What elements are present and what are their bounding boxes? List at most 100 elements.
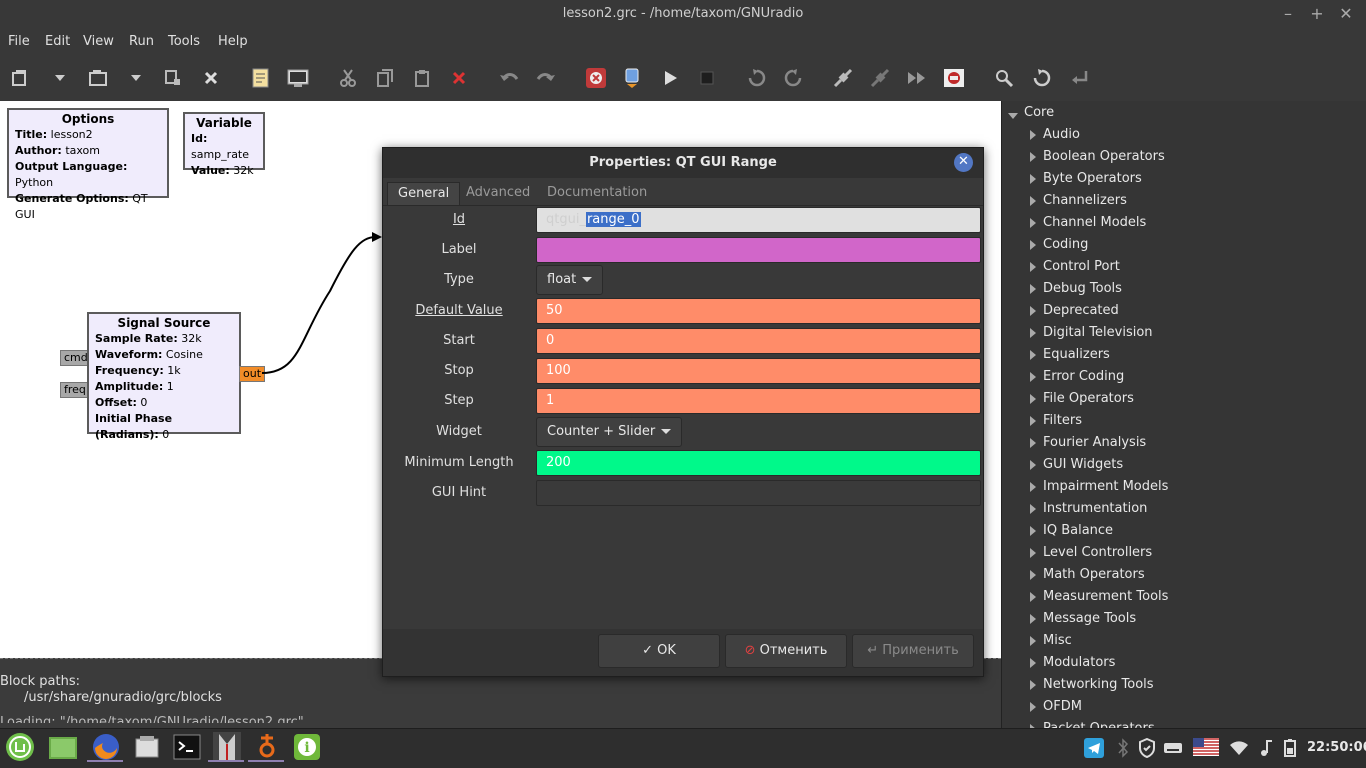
new-dropdown-icon[interactable] [48, 66, 72, 90]
menu-run[interactable]: Run [129, 34, 154, 49]
undo-icon[interactable] [497, 66, 521, 90]
expand-arrow-icon[interactable] [1030, 328, 1036, 338]
stop-field[interactable]: 100 [536, 358, 981, 384]
expand-arrow-icon[interactable] [1030, 592, 1036, 602]
tree-item[interactable]: Instrumentation [1030, 501, 1147, 516]
expand-arrow-icon[interactable] [1030, 130, 1036, 140]
tree-item[interactable]: Coding [1030, 237, 1088, 252]
expand-arrow-icon[interactable] [1030, 636, 1036, 646]
ok-button[interactable]: ✓ OK [598, 634, 720, 668]
tree-item[interactable]: Level Controllers [1030, 545, 1152, 560]
expand-arrow-icon[interactable] [1030, 548, 1036, 558]
tree-item[interactable]: Digital Television [1030, 325, 1153, 340]
expand-arrow-icon[interactable] [1030, 262, 1036, 272]
enable-icon[interactable] [831, 66, 855, 90]
tree-item[interactable]: Impairment Models [1030, 479, 1168, 494]
type-select[interactable]: float [536, 265, 604, 295]
tree-item[interactable]: Deprecated [1030, 303, 1119, 318]
errors-icon[interactable] [584, 66, 608, 90]
report-icon[interactable] [248, 66, 272, 90]
connection-wire[interactable] [0, 101, 400, 501]
start-field[interactable]: 0 [536, 328, 981, 354]
screenshot-icon[interactable] [942, 66, 966, 90]
expand-arrow-icon[interactable] [1030, 218, 1036, 228]
mint-menu-icon[interactable] [5, 732, 35, 762]
tree-item[interactable]: File Operators [1030, 391, 1134, 406]
label-field[interactable] [536, 237, 981, 263]
close-window-button[interactable]: ✕ [1335, 4, 1357, 26]
gnuradio-companion-icon[interactable] [208, 732, 244, 762]
tree-item[interactable]: GUI Widgets [1030, 457, 1123, 472]
expand-arrow-icon[interactable] [1008, 113, 1018, 119]
terminal-taskbar-icon[interactable] [172, 732, 202, 762]
expand-arrow-icon[interactable] [1030, 196, 1036, 206]
find-icon[interactable] [992, 66, 1016, 90]
expand-arrow-icon[interactable] [1030, 174, 1036, 184]
telegram-icon[interactable] [1084, 738, 1104, 758]
generate-icon[interactable] [620, 66, 644, 90]
tree-item[interactable]: Misc [1030, 633, 1072, 648]
cut-icon[interactable] [336, 66, 360, 90]
widget-select[interactable]: Counter + Slider [536, 417, 683, 447]
shield-icon[interactable] [1137, 738, 1157, 758]
expand-arrow-icon[interactable] [1030, 702, 1036, 712]
dialog-close-icon[interactable]: ✕ [954, 153, 973, 172]
expand-arrow-icon[interactable] [1030, 394, 1036, 404]
open-icon[interactable] [86, 66, 110, 90]
terminal-icon[interactable] [286, 66, 310, 90]
tab-documentation[interactable]: Documentation [537, 182, 657, 206]
sound-icon[interactable] [1256, 738, 1276, 758]
menu-help[interactable]: Help [218, 34, 248, 49]
tab-advanced[interactable]: Advanced [456, 182, 540, 206]
expand-arrow-icon[interactable] [1030, 614, 1036, 624]
tree-item[interactable]: Boolean Operators [1030, 149, 1165, 164]
expand-arrow-icon[interactable] [1030, 372, 1036, 382]
reload-icon[interactable] [1030, 66, 1054, 90]
return-icon[interactable] [1068, 66, 1092, 90]
expand-arrow-icon[interactable] [1030, 240, 1036, 250]
expand-arrow-icon[interactable] [1030, 460, 1036, 470]
gui-hint-field[interactable] [536, 480, 981, 506]
minimize-button[interactable]: – [1277, 4, 1299, 26]
tree-item[interactable]: Byte Operators [1030, 171, 1142, 186]
battery-icon[interactable] [1281, 738, 1301, 758]
gnuradio-icon[interactable] [248, 732, 284, 762]
firefox-icon[interactable] [87, 732, 123, 762]
expand-arrow-icon[interactable] [1030, 482, 1036, 492]
stop-icon[interactable] [695, 66, 719, 90]
expand-arrow-icon[interactable] [1030, 658, 1036, 668]
expand-arrow-icon[interactable] [1030, 526, 1036, 536]
tree-item[interactable]: Packet Operators [1030, 721, 1155, 728]
tree-item[interactable]: Equalizers [1030, 347, 1110, 362]
disable-icon[interactable] [868, 66, 892, 90]
tree-item[interactable]: IQ Balance [1030, 523, 1113, 538]
tree-item[interactable]: Channelizers [1030, 193, 1127, 208]
expand-arrow-icon[interactable] [1030, 416, 1036, 426]
tree-item[interactable]: Networking Tools [1030, 677, 1154, 692]
files-icon[interactable] [132, 732, 162, 762]
tree-item[interactable]: Channel Models [1030, 215, 1146, 230]
menu-edit[interactable]: Edit [45, 34, 70, 49]
menu-view[interactable]: View [83, 34, 114, 49]
tree-item[interactable]: Modulators [1030, 655, 1115, 670]
expand-arrow-icon[interactable] [1030, 438, 1036, 448]
step-field[interactable]: 1 [536, 388, 981, 414]
expand-arrow-icon[interactable] [1030, 306, 1036, 316]
tree-item[interactable]: Error Coding [1030, 369, 1124, 384]
open-dropdown-icon[interactable] [124, 66, 148, 90]
us-flag-icon[interactable] [1193, 737, 1219, 757]
new-icon[interactable] [8, 66, 32, 90]
bypass-icon[interactable] [905, 66, 929, 90]
expand-arrow-icon[interactable] [1030, 504, 1036, 514]
menu-file[interactable]: File [8, 34, 30, 49]
info-icon[interactable]: i [292, 732, 322, 762]
wifi-icon[interactable] [1229, 738, 1249, 758]
tree-item[interactable]: Audio [1030, 127, 1080, 142]
redo-icon[interactable] [534, 66, 558, 90]
tree-item[interactable]: Message Tools [1030, 611, 1136, 626]
run-icon[interactable] [658, 66, 682, 90]
tree-item[interactable]: Debug Tools [1030, 281, 1122, 296]
tree-item[interactable]: Filters [1030, 413, 1082, 428]
tree-item[interactable]: Math Operators [1030, 567, 1145, 582]
copy-icon[interactable] [373, 66, 397, 90]
